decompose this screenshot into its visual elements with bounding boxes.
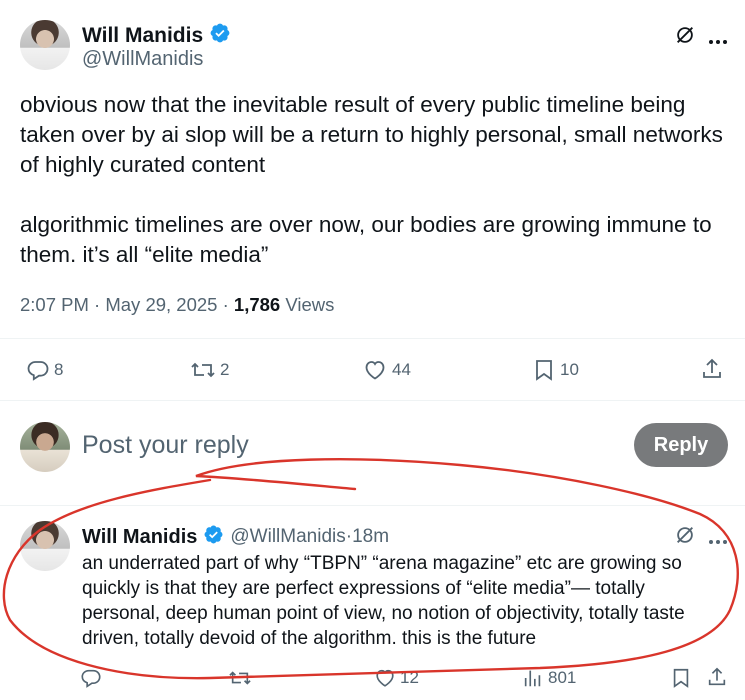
- reply-text: an underrated part of why “TBPN” “arena …: [82, 553, 685, 649]
- reply-header: Will Manidis @WillManidis · 18m: [82, 524, 389, 550]
- reply-reply-action[interactable]: [80, 667, 102, 689]
- more-icon[interactable]: [708, 532, 728, 550]
- reply-icon: [27, 361, 49, 381]
- verified-badge-icon: [209, 22, 231, 49]
- reply-views-count: 801: [548, 668, 577, 687]
- grok-icon[interactable]: [674, 524, 696, 551]
- tweet-date[interactable]: May 29, 2025: [105, 294, 217, 315]
- views-label: Views: [280, 294, 335, 315]
- divider: [0, 400, 745, 401]
- reply-bookmark-action[interactable]: [670, 667, 692, 689]
- verified-badge-icon: [203, 524, 224, 550]
- tweet-time[interactable]: 2:07 PM: [20, 294, 89, 315]
- bookmark-icon: [536, 360, 552, 381]
- views-count: 1,786: [233, 294, 281, 315]
- bookmark-icon: [673, 668, 689, 688]
- reply-like-action[interactable]: 12: [374, 667, 419, 689]
- author-name[interactable]: Will Manidis: [82, 24, 203, 48]
- like-icon: [365, 361, 385, 380]
- like-count: 44: [392, 360, 411, 379]
- bookmark-action[interactable]: 10: [532, 358, 579, 382]
- repost-count: 2: [220, 360, 230, 379]
- meta-separator: ·: [88, 294, 106, 315]
- reply-count: 8: [54, 360, 64, 379]
- share-action[interactable]: [700, 357, 724, 381]
- share-icon: [708, 667, 726, 686]
- reply-icon: [81, 669, 101, 688]
- author-handle[interactable]: @WillManidis: [82, 48, 203, 71]
- reply-repost-action[interactable]: [228, 667, 252, 689]
- author-avatar[interactable]: [20, 20, 70, 70]
- reply-author-handle[interactable]: @WillManidis: [230, 526, 345, 548]
- reply-views-action[interactable]: 801: [522, 667, 576, 689]
- reply-time[interactable]: 18m: [352, 526, 389, 548]
- reply-action[interactable]: 8: [26, 358, 63, 382]
- repost-icon: [229, 671, 251, 685]
- reply-button[interactable]: Reply: [634, 423, 728, 467]
- reply-author-avatar[interactable]: [20, 521, 70, 571]
- divider: [0, 505, 745, 506]
- bookmark-count: 10: [560, 360, 579, 379]
- share-icon: [703, 358, 721, 378]
- tweet-text: obvious now that the inevitable result o…: [20, 92, 723, 267]
- divider: [0, 338, 745, 339]
- tweet-meta: 2:07 PM · May 29, 2025 · 1,786 Views: [20, 294, 334, 316]
- repost-icon: [191, 362, 215, 378]
- more-icon[interactable]: [708, 32, 728, 50]
- meta-separator: ·: [217, 294, 234, 315]
- user-avatar[interactable]: [20, 422, 70, 472]
- reply-share-action[interactable]: [706, 666, 728, 688]
- repost-action[interactable]: 2: [190, 358, 229, 382]
- views-icon: [524, 670, 541, 687]
- reply-input[interactable]: Post your reply: [82, 431, 249, 460]
- like-action[interactable]: 44: [362, 358, 411, 382]
- author-name-row: Will Manidis: [82, 22, 231, 49]
- reply-author-name[interactable]: Will Manidis: [82, 526, 197, 549]
- reply-like-count: 12: [400, 668, 419, 687]
- grok-icon[interactable]: [674, 24, 696, 51]
- like-icon: [376, 669, 394, 687]
